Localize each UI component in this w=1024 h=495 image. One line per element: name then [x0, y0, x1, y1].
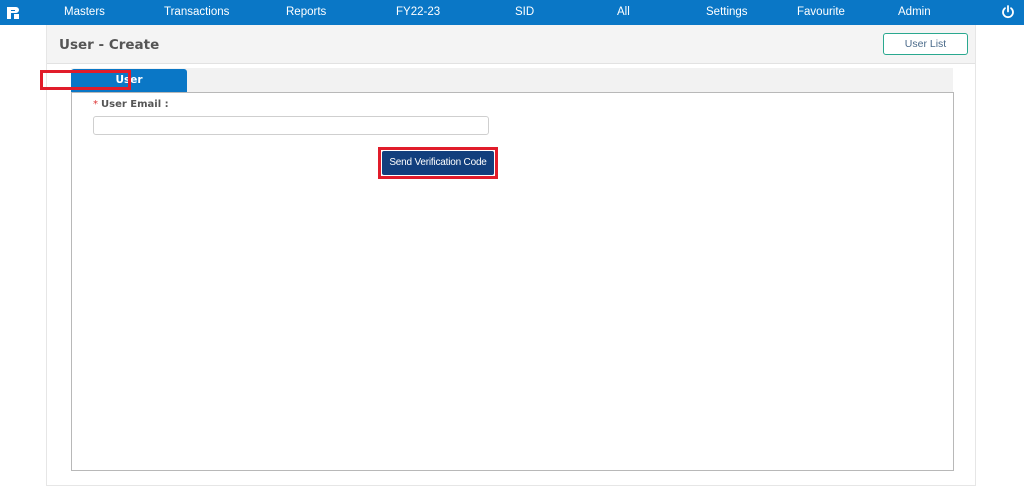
- nav-item-masters[interactable]: Masters: [64, 0, 105, 25]
- nav-item-transactions[interactable]: Transactions: [164, 0, 229, 25]
- nav-item-all[interactable]: All: [617, 0, 630, 25]
- top-nav-bar: Masters Transactions Reports FY22-23 SID…: [0, 0, 1024, 25]
- tab-bar: User: [71, 68, 953, 92]
- user-list-button[interactable]: User List: [883, 33, 968, 55]
- send-verification-code-button[interactable]: Send Verification Code: [382, 151, 494, 175]
- nav-item-fiscal-year[interactable]: FY22-23: [396, 0, 440, 25]
- nav-item-settings[interactable]: Settings: [706, 0, 748, 25]
- email-label-text: User Email :: [101, 99, 169, 110]
- nav-item-favourite[interactable]: Favourite: [797, 0, 845, 25]
- email-field[interactable]: [93, 116, 489, 135]
- nav-item-sid[interactable]: SID: [515, 0, 534, 25]
- form-panel: [71, 92, 954, 471]
- email-label-highlight: [40, 70, 131, 90]
- email-label: * User Email :: [93, 99, 169, 110]
- power-icon[interactable]: [1001, 5, 1015, 19]
- required-marker: *: [93, 99, 98, 110]
- page-container: User - Create User List User: [46, 25, 976, 486]
- page-title: User - Create: [59, 37, 160, 53]
- nav-item-reports[interactable]: Reports: [286, 0, 326, 25]
- page-header: User - Create User List: [47, 25, 975, 64]
- app-logo-icon[interactable]: [5, 5, 21, 21]
- nav-item-admin[interactable]: Admin: [898, 0, 931, 25]
